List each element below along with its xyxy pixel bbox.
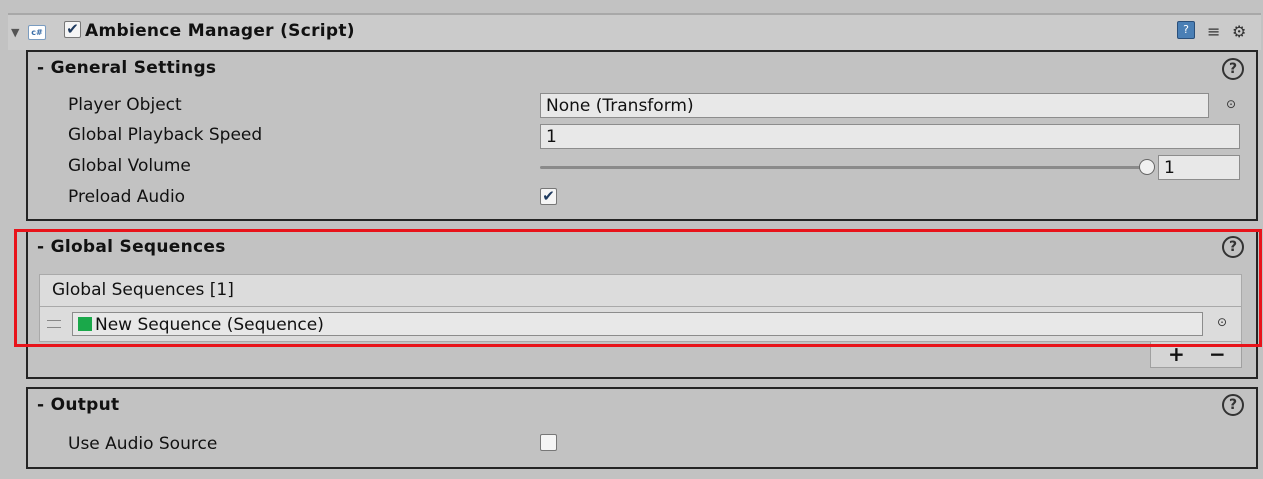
help-book-icon[interactable]: ? (1177, 21, 1195, 39)
gear-icon[interactable]: ⚙ (1232, 22, 1246, 41)
component-enabled-checkbox[interactable]: ✔ (64, 21, 81, 38)
component-title: Ambience Manager (Script) (85, 21, 355, 41)
volume-slider-track[interactable] (540, 166, 1146, 169)
player-object-field[interactable]: None (Transform) (540, 93, 1209, 118)
use-audio-source-label: Use Audio Source (68, 434, 218, 454)
playback-speed-label: Global Playback Speed (68, 125, 263, 145)
preload-audio-label: Preload Audio (68, 187, 186, 207)
csharp-script-icon: c# (28, 25, 46, 40)
volume-slider-thumb[interactable] (1139, 159, 1155, 175)
object-picker-icon[interactable]: ⊙ (1226, 97, 1236, 111)
output-panel (26, 387, 1258, 469)
preset-icon[interactable]: ≡ (1207, 22, 1220, 41)
general-settings-header[interactable]: - General Settings (37, 58, 216, 78)
global-volume-input[interactable]: 1 (1158, 155, 1240, 180)
player-object-label: Player Object (68, 95, 182, 115)
global-volume-label: Global Volume (68, 156, 191, 176)
general-help-icon[interactable]: ? (1222, 58, 1244, 80)
foldout-arrow-icon[interactable]: ▼ (11, 26, 19, 39)
use-audio-source-checkbox[interactable] (540, 434, 557, 451)
output-header[interactable]: - Output (37, 395, 119, 415)
highlight-box (14, 229, 1262, 347)
preload-audio-checkbox[interactable]: ✔ (540, 188, 557, 205)
playback-speed-input[interactable]: 1 (540, 124, 1240, 149)
output-help-icon[interactable]: ? (1222, 394, 1244, 416)
